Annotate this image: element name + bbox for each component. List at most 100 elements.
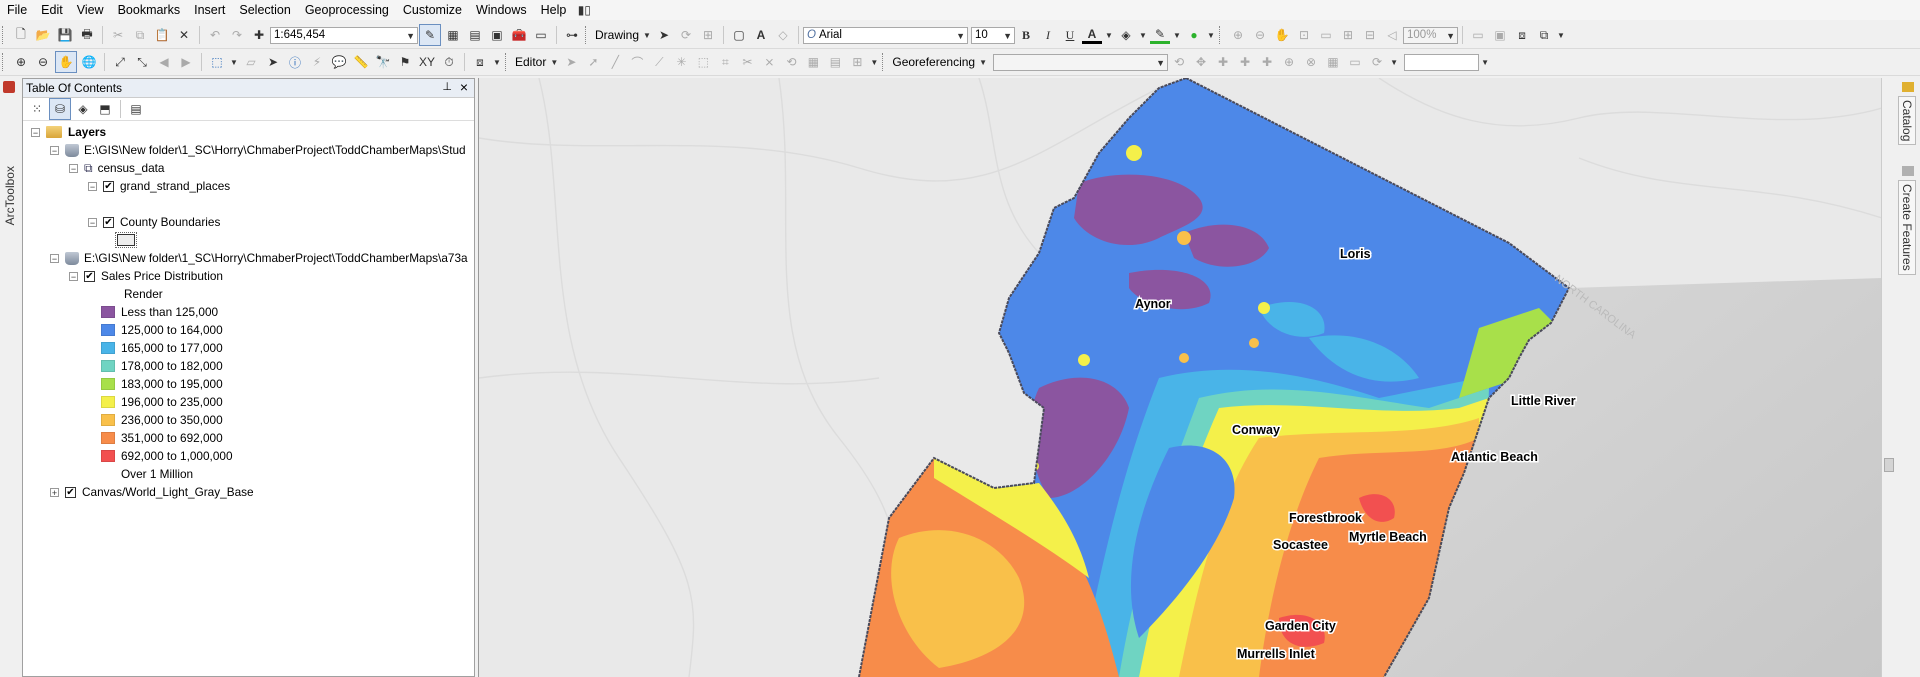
zoom-to-selected-elements-icon[interactable]: ⊞ bbox=[698, 25, 718, 45]
fixed-zoom-out-icon[interactable]: ⊟ bbox=[1360, 25, 1380, 45]
chevron-down-icon[interactable]: ▼ bbox=[549, 52, 559, 72]
print-icon[interactable]: 🖶 bbox=[77, 25, 97, 45]
zoom-100-icon[interactable]: ▭ bbox=[1316, 25, 1336, 45]
redo-icon[interactable]: ↷ bbox=[227, 25, 247, 45]
collapse-icon[interactable]: − bbox=[50, 253, 59, 263]
map-vertical-scrollbar[interactable] bbox=[1881, 78, 1896, 677]
find-route-icon[interactable]: ⚑ bbox=[395, 52, 415, 72]
legend-item[interactable]: 196,000 to 235,000 bbox=[101, 393, 223, 411]
menu-view[interactable]: View bbox=[70, 0, 111, 20]
chevron-down-icon[interactable]: ▼ bbox=[492, 52, 502, 72]
save-icon[interactable]: 💾 bbox=[55, 25, 75, 45]
collapse-icon[interactable]: − bbox=[88, 181, 97, 191]
chevron-down-icon[interactable]: ▼ bbox=[1138, 25, 1148, 45]
font-color-button[interactable]: A bbox=[1082, 27, 1103, 44]
line-color-icon[interactable]: ✎ bbox=[1150, 27, 1171, 44]
scrollbar-thumb[interactable] bbox=[1884, 458, 1894, 472]
select-elements-icon[interactable]: ➤ bbox=[654, 25, 674, 45]
menu-geoprocessing[interactable]: Geoprocessing bbox=[298, 0, 396, 20]
italic-button[interactable]: I bbox=[1038, 25, 1058, 45]
legend-item[interactable]: 165,000 to 177,000 bbox=[101, 339, 223, 357]
rotate-icon[interactable]: ⟲ bbox=[781, 52, 801, 72]
add-control-points-icon[interactable]: ✚ bbox=[1213, 52, 1233, 72]
menu-help[interactable]: Help bbox=[534, 0, 574, 20]
zoom-whole-page-icon[interactable]: ⊡ bbox=[1294, 25, 1314, 45]
rectangle-icon[interactable]: ▢ bbox=[729, 25, 749, 45]
underline-button[interactable]: U bbox=[1060, 25, 1080, 45]
toc-layers-root[interactable]: − Layers bbox=[31, 123, 106, 141]
create-features-icon[interactable]: ⊞ bbox=[847, 52, 867, 72]
edit-annotation-icon[interactable]: ➚ bbox=[583, 52, 603, 72]
layout-zoom-combo[interactable]: 100% ▼ bbox=[1403, 26, 1459, 44]
legend-item[interactable]: Over 1 Million bbox=[101, 465, 193, 483]
georef-input-field[interactable] bbox=[1404, 53, 1480, 71]
rotate-tool-icon[interactable]: ⟲ bbox=[1169, 52, 1189, 72]
go-forward-icon[interactable]: ▶ bbox=[176, 52, 196, 72]
find-icon[interactable]: 🔭 bbox=[373, 52, 393, 72]
toc-basemap[interactable]: + ✔ Canvas/World_Light_Gray_Base bbox=[50, 483, 254, 501]
search-window-icon[interactable]: ▣ bbox=[487, 25, 507, 45]
layer-visibility-checkbox[interactable]: ✔ bbox=[103, 216, 114, 228]
map-canvas[interactable]: NORTH CAROLINA Loris Aynor Little River … bbox=[479, 78, 1882, 677]
bold-button[interactable]: B bbox=[1016, 25, 1036, 45]
fill-color-icon[interactable]: ◈ bbox=[1116, 25, 1136, 45]
edit-vertices-icon[interactable]: ⬚ bbox=[693, 52, 713, 72]
go-back-icon[interactable]: ◀ bbox=[154, 52, 174, 72]
font-name-combo[interactable]: O Arial ▼ bbox=[803, 26, 969, 44]
model-builder-icon[interactable]: ⊶ bbox=[562, 25, 582, 45]
go-to-xy-icon[interactable]: XY bbox=[417, 52, 437, 72]
chevron-down-icon[interactable]: ▼ bbox=[1206, 25, 1216, 45]
collapse-icon[interactable]: − bbox=[50, 145, 59, 155]
menu-bookmarks[interactable]: Bookmarks bbox=[111, 0, 188, 20]
link-table-icon[interactable]: ▦ bbox=[1323, 52, 1343, 72]
toolbar-grip[interactable] bbox=[585, 26, 589, 44]
layout-pan-icon[interactable]: ✋ bbox=[1272, 25, 1292, 45]
layer-visibility-checkbox[interactable]: ✔ bbox=[103, 180, 114, 192]
open-folder-icon[interactable]: 📂 bbox=[33, 25, 53, 45]
map-view[interactable]: NORTH CAROLINA Loris Aynor Little River … bbox=[478, 78, 1882, 677]
add-data-icon[interactable]: ✚ bbox=[249, 25, 269, 45]
list-by-selection-icon[interactable]: ⬒ bbox=[95, 99, 115, 119]
select-link-icon[interactable]: ✚ bbox=[1257, 52, 1277, 72]
cut-polygons-icon[interactable]: ✂ bbox=[737, 52, 757, 72]
delete-icon[interactable]: ✕ bbox=[174, 25, 194, 45]
trace-icon[interactable]: ⟋ bbox=[649, 52, 669, 72]
toolbar-grip[interactable] bbox=[2, 26, 6, 44]
layout-zoom-out-icon[interactable]: ⊖ bbox=[1250, 25, 1270, 45]
menu-selection[interactable]: Selection bbox=[232, 0, 297, 20]
fixed-zoom-in-icon[interactable]: ⤢ bbox=[110, 52, 130, 72]
list-by-source-icon[interactable]: ⛁ bbox=[49, 98, 71, 120]
time-slider-icon[interactable]: ⏱ bbox=[439, 52, 459, 72]
identify-icon[interactable]: ⓘ bbox=[285, 52, 305, 72]
full-extent-icon[interactable]: 🌐 bbox=[79, 52, 99, 72]
table-icon[interactable]: ▦ bbox=[443, 25, 463, 45]
auto-registration-icon[interactable]: ✚ bbox=[1235, 52, 1255, 72]
toc-census-group[interactable]: − ⧉ census_data bbox=[69, 159, 164, 177]
legend-item[interactable]: 125,000 to 164,000 bbox=[101, 321, 223, 339]
legend-item[interactable]: 183,000 to 195,000 bbox=[101, 375, 223, 393]
change-layout-icon[interactable]: ⧈ bbox=[1512, 25, 1532, 45]
close-icon[interactable]: × bbox=[460, 79, 468, 95]
html-popup-icon[interactable]: 💬 bbox=[329, 52, 349, 72]
marker-color-icon[interactable]: ● bbox=[1184, 25, 1204, 45]
collapse-icon[interactable]: − bbox=[69, 271, 78, 281]
font-size-combo[interactable]: 10 ▼ bbox=[971, 26, 1016, 44]
legend-item[interactable]: 178,000 to 182,000 bbox=[101, 357, 223, 375]
chevron-down-icon[interactable]: ▼ bbox=[1389, 52, 1399, 72]
edit-tool-icon[interactable]: ➤ bbox=[561, 52, 581, 72]
zoom-out-icon[interactable]: ⊖ bbox=[33, 52, 53, 72]
georef-layer-combo[interactable]: ▼ bbox=[993, 53, 1169, 71]
straight-segment-icon[interactable]: ╱ bbox=[605, 52, 625, 72]
chevron-down-icon[interactable]: ▼ bbox=[1104, 25, 1114, 45]
new-document-icon[interactable]: 🗋 bbox=[11, 25, 31, 45]
arctoolbox-tab[interactable]: ArcToolbox bbox=[3, 166, 17, 225]
reshape-icon[interactable]: ⌗ bbox=[715, 52, 735, 72]
toolbar-grip[interactable] bbox=[1219, 26, 1223, 44]
copy-icon[interactable]: ⧉ bbox=[130, 25, 150, 45]
chevron-down-icon[interactable]: ▼ bbox=[642, 25, 652, 45]
chevron-down-icon[interactable]: ▼ bbox=[1480, 52, 1490, 72]
menu-file[interactable]: File bbox=[0, 0, 34, 20]
shift-icon[interactable]: ✥ bbox=[1191, 52, 1211, 72]
cut-icon[interactable]: ✂ bbox=[108, 25, 128, 45]
sketch-properties-icon[interactable]: ▤ bbox=[825, 52, 845, 72]
